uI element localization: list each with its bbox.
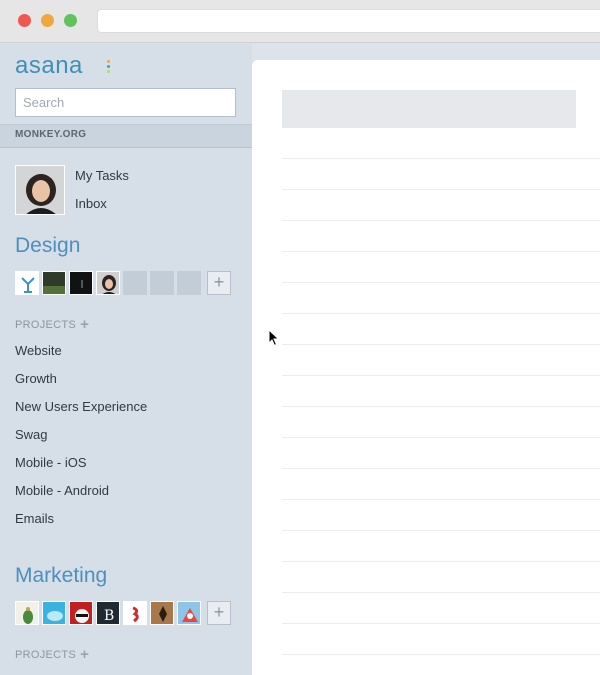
member-avatar[interactable]: [69, 601, 93, 625]
project-mobile-ios[interactable]: Mobile - iOS: [15, 455, 87, 470]
minimize-window-button[interactable]: [41, 14, 54, 27]
task-row[interactable]: [282, 375, 600, 376]
address-bar[interactable]: [97, 9, 600, 33]
member-avatar[interactable]: [15, 601, 39, 625]
task-row[interactable]: [282, 437, 600, 438]
member-avatar[interactable]: B: [96, 601, 120, 625]
logo-dots-icon: [107, 60, 110, 75]
task-row[interactable]: [282, 189, 600, 190]
task-row[interactable]: [282, 158, 600, 159]
task-row[interactable]: [282, 344, 600, 345]
team-title-design[interactable]: Design: [15, 234, 80, 258]
project-mobile-android[interactable]: Mobile - Android: [15, 483, 109, 498]
user-avatar[interactable]: [15, 165, 65, 215]
close-window-button[interactable]: [18, 14, 31, 27]
task-row[interactable]: [282, 406, 600, 407]
main-panel: [252, 60, 600, 675]
task-row[interactable]: [282, 499, 600, 500]
browser-chrome: [0, 0, 600, 43]
workspace-name[interactable]: MONKEY.ORG: [0, 124, 252, 148]
project-website[interactable]: Website: [15, 343, 62, 358]
task-row[interactable]: [282, 220, 600, 221]
search-input[interactable]: [15, 88, 236, 117]
projects-header-marketing: PROJECTS +: [15, 646, 90, 663]
task-row[interactable]: [282, 282, 600, 283]
add-member-button[interactable]: +: [207, 271, 231, 295]
empty-member-slot: [177, 271, 201, 295]
projects-header-design: PROJECTS +: [15, 316, 90, 333]
empty-member-slot: [123, 271, 147, 295]
member-avatar[interactable]: [177, 601, 201, 625]
mouse-cursor-icon: [268, 329, 280, 347]
empty-member-slot: [150, 271, 174, 295]
task-row[interactable]: [282, 592, 600, 593]
maximize-window-button[interactable]: [64, 14, 77, 27]
add-member-button[interactable]: +: [207, 601, 231, 625]
member-avatar[interactable]: [69, 271, 93, 295]
task-row[interactable]: [282, 561, 600, 562]
task-row[interactable]: [282, 313, 600, 314]
member-avatar[interactable]: [42, 271, 66, 295]
member-avatar[interactable]: [96, 271, 120, 295]
task-row[interactable]: [282, 468, 600, 469]
sidebar: asana MONKEY.ORG My Tasks Inbox Design: [0, 44, 252, 675]
add-project-icon[interactable]: +: [80, 646, 89, 663]
my-tasks-link[interactable]: My Tasks: [75, 168, 129, 183]
member-avatar[interactable]: [123, 601, 147, 625]
project-new-users-experience[interactable]: New Users Experience: [15, 399, 147, 414]
project-title-placeholder[interactable]: [282, 90, 576, 128]
inbox-link[interactable]: Inbox: [75, 196, 107, 211]
svg-text:B: B: [104, 608, 114, 624]
task-row[interactable]: [282, 654, 600, 655]
project-swag[interactable]: Swag: [15, 427, 48, 442]
member-avatar[interactable]: [15, 271, 39, 295]
member-avatar[interactable]: [42, 601, 66, 625]
team-members-design: +: [15, 271, 231, 295]
member-avatar[interactable]: [150, 601, 174, 625]
task-row[interactable]: [282, 623, 600, 624]
project-growth[interactable]: Growth: [15, 371, 57, 386]
project-emails[interactable]: Emails: [15, 511, 54, 526]
team-members-marketing: B +: [15, 601, 231, 625]
task-row[interactable]: [282, 251, 600, 252]
asana-logo[interactable]: asana: [15, 53, 83, 79]
team-title-marketing[interactable]: Marketing: [15, 564, 107, 588]
add-project-icon[interactable]: +: [80, 316, 89, 333]
task-row[interactable]: [282, 530, 600, 531]
